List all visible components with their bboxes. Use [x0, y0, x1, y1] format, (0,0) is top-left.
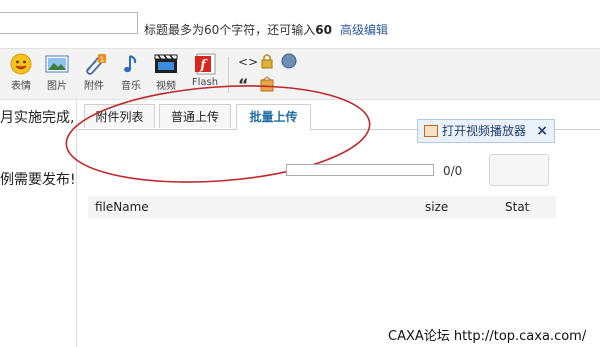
browse-files-button[interactable] — [489, 154, 549, 186]
upload-progress-bar — [286, 164, 434, 176]
toolbar-flash-label: Flash — [191, 77, 219, 88]
column-header-size: size — [425, 200, 449, 214]
toolbar-image-button[interactable]: 图片 — [39, 53, 75, 92]
tab-normal-upload[interactable]: 普通上传 — [159, 104, 231, 128]
upload-progress-count: 0/0 — [443, 164, 463, 178]
hide-icon[interactable] — [260, 76, 274, 92]
smiley-icon — [8, 53, 34, 75]
editor-text-line[interactable]: 例需要发布! — [0, 169, 76, 189]
attachment-icon: 1 — [81, 53, 107, 75]
svg-text:1: 1 — [100, 56, 104, 64]
toolbar-smiley-button[interactable]: 表情 — [3, 53, 39, 92]
open-video-player-button[interactable]: 打开视频播放器 × — [417, 119, 555, 143]
column-header-filename: fileName — [95, 200, 149, 214]
image-icon — [44, 53, 70, 75]
column-header-stat: Stat — [505, 200, 530, 214]
title-hint-count: 60 — [315, 23, 332, 37]
toolbar-image-label: 图片 — [47, 81, 67, 92]
code-icon[interactable]: <> — [238, 55, 258, 69]
tab-attachment-list[interactable]: 附件列表 — [84, 104, 155, 128]
toolbar-separator — [228, 57, 229, 93]
title-hint: 标题最多为60个字符，还可输入60 — [144, 21, 332, 38]
toolbar-music-button[interactable]: 音乐 — [113, 53, 149, 92]
file-list-header: fileName size Stat — [88, 196, 556, 218]
tab-batch-upload[interactable]: 批量上传 — [236, 104, 311, 130]
close-icon[interactable]: × — [536, 120, 548, 142]
quote-icon[interactable]: “ — [238, 75, 249, 94]
editor-toolbar: 表情 图片 1 附件 音乐 视频 f Flash <> “ — [0, 48, 600, 100]
toolbar-video-label: 视频 — [156, 81, 176, 92]
toolbar-video-button[interactable]: 视频 — [148, 53, 184, 92]
toolbar-attachment-button[interactable]: 1 附件 — [76, 53, 112, 92]
compass-icon[interactable] — [281, 53, 297, 69]
title-input[interactable] — [0, 12, 138, 34]
toolbar-flash-button[interactable]: f Flash — [187, 53, 223, 88]
forum-watermark: CAXA论坛 http://top.caxa.com/ — [388, 329, 587, 344]
toolbar-music-label: 音乐 — [121, 81, 141, 92]
editor-divider — [76, 98, 77, 347]
video-icon — [153, 53, 179, 75]
toolbar-attachment-label: 附件 — [84, 81, 104, 92]
music-icon — [118, 53, 144, 75]
video-player-label: 打开视频播放器 — [442, 124, 527, 138]
advanced-edit-link[interactable]: 高级编辑 — [340, 21, 388, 38]
video-player-icon — [424, 125, 438, 137]
lock-icon[interactable] — [260, 53, 274, 69]
flash-icon: f — [192, 53, 218, 75]
toolbar-smiley-label: 表情 — [11, 81, 31, 92]
editor-text-line[interactable]: 月实施完成, — [0, 107, 74, 127]
title-hint-text: 标题最多为60个字符，还可输入 — [144, 23, 316, 37]
